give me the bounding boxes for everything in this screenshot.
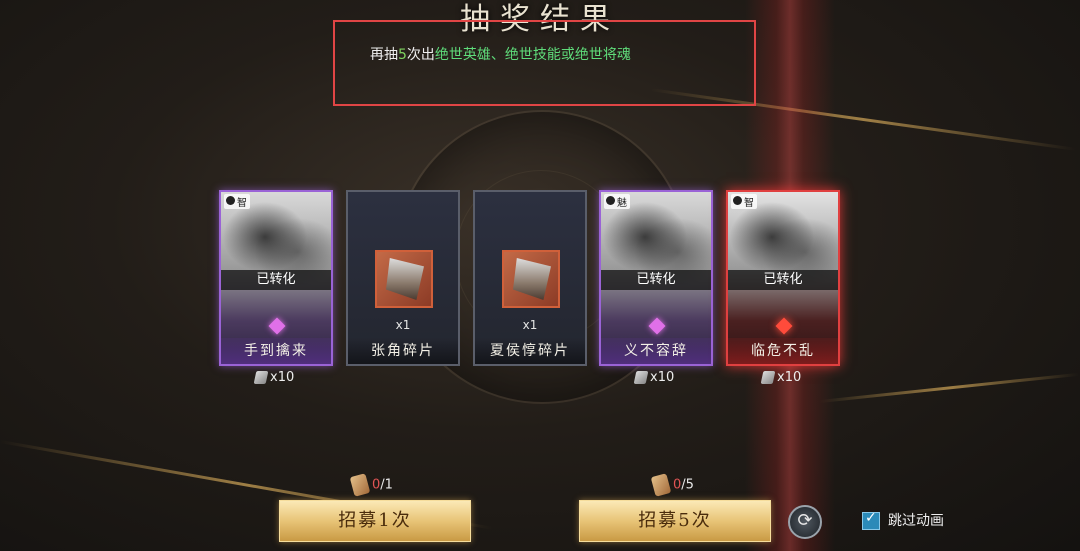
reward-quantity: x10	[777, 370, 802, 385]
converted-label: 已转化	[728, 270, 838, 290]
hero-portrait-icon	[375, 250, 433, 308]
reward-quantity: x10	[270, 370, 295, 385]
draw-notice-text: 再抽5次出绝世英雄、绝世技能或绝世将魂	[370, 44, 631, 64]
gold-streak	[819, 372, 1079, 403]
result-card-shard[interactable]: x1 张角碎片	[346, 190, 460, 366]
gem-icon	[775, 317, 793, 335]
scroll-icon	[633, 371, 649, 384]
hero-portrait-icon	[502, 250, 560, 308]
gem-icon	[648, 317, 666, 335]
attribute-badge: 智	[224, 194, 250, 209]
result-card-skill[interactable]: 智 已转化 手到擒来	[219, 190, 333, 366]
recruit-one-counter: 0/1	[349, 473, 393, 497]
scroll-icon	[253, 371, 269, 384]
attribute-badge: 魅	[604, 194, 630, 209]
card-name: 夏侯惇碎片	[475, 338, 585, 364]
refresh-icon[interactable]: ⟳	[788, 505, 822, 539]
result-card-skill[interactable]: 魅 已转化 义不容辞	[599, 190, 713, 366]
card-quantity: x1	[395, 318, 411, 332]
reward-quantity: x10	[650, 370, 675, 385]
card-name: 义不容辞	[601, 338, 711, 364]
result-card-shard[interactable]: x1 夏侯惇碎片	[473, 190, 587, 366]
result-card-skill[interactable]: 智 已转化 临危不乱	[726, 190, 840, 366]
conversion-reward: x10	[253, 370, 295, 385]
recruit-five-button[interactable]: 招募5次	[579, 500, 771, 542]
conversion-reward: x10	[633, 370, 675, 385]
scroll-icon	[760, 371, 776, 384]
attribute-badge: 智	[731, 194, 757, 209]
card-quantity: x1	[522, 318, 538, 332]
notice-highlight: 绝世英雄、绝世技能或绝世将魂	[434, 47, 631, 63]
recruit-one-button[interactable]: 招募1次	[279, 500, 471, 542]
checkbox-icon[interactable]	[862, 510, 880, 530]
conversion-reward: x10	[760, 370, 802, 385]
draw-notice: 再抽5次出绝世英雄、绝世技能或绝世将魂	[333, 20, 756, 106]
recruit-token-icon	[650, 473, 672, 497]
recruit-five-counter: 0/5	[650, 473, 694, 497]
notice-count: 5	[398, 47, 407, 63]
counter-total: /1	[380, 477, 393, 493]
gem-icon	[268, 317, 286, 335]
card-name: 手到擒来	[221, 338, 331, 364]
card-name: 张角碎片	[348, 338, 458, 364]
notice-mid: 次出	[406, 47, 435, 63]
converted-label: 已转化	[601, 270, 711, 290]
counter-total: /5	[681, 477, 694, 493]
skip-animation-toggle[interactable]: 跳过动画	[862, 510, 944, 530]
notice-prefix: 再抽	[370, 47, 398, 63]
converted-label: 已转化	[221, 270, 331, 290]
card-name: 临危不乱	[728, 338, 838, 364]
recruit-token-icon	[349, 473, 371, 497]
skip-animation-label: 跳过动画	[888, 513, 944, 529]
